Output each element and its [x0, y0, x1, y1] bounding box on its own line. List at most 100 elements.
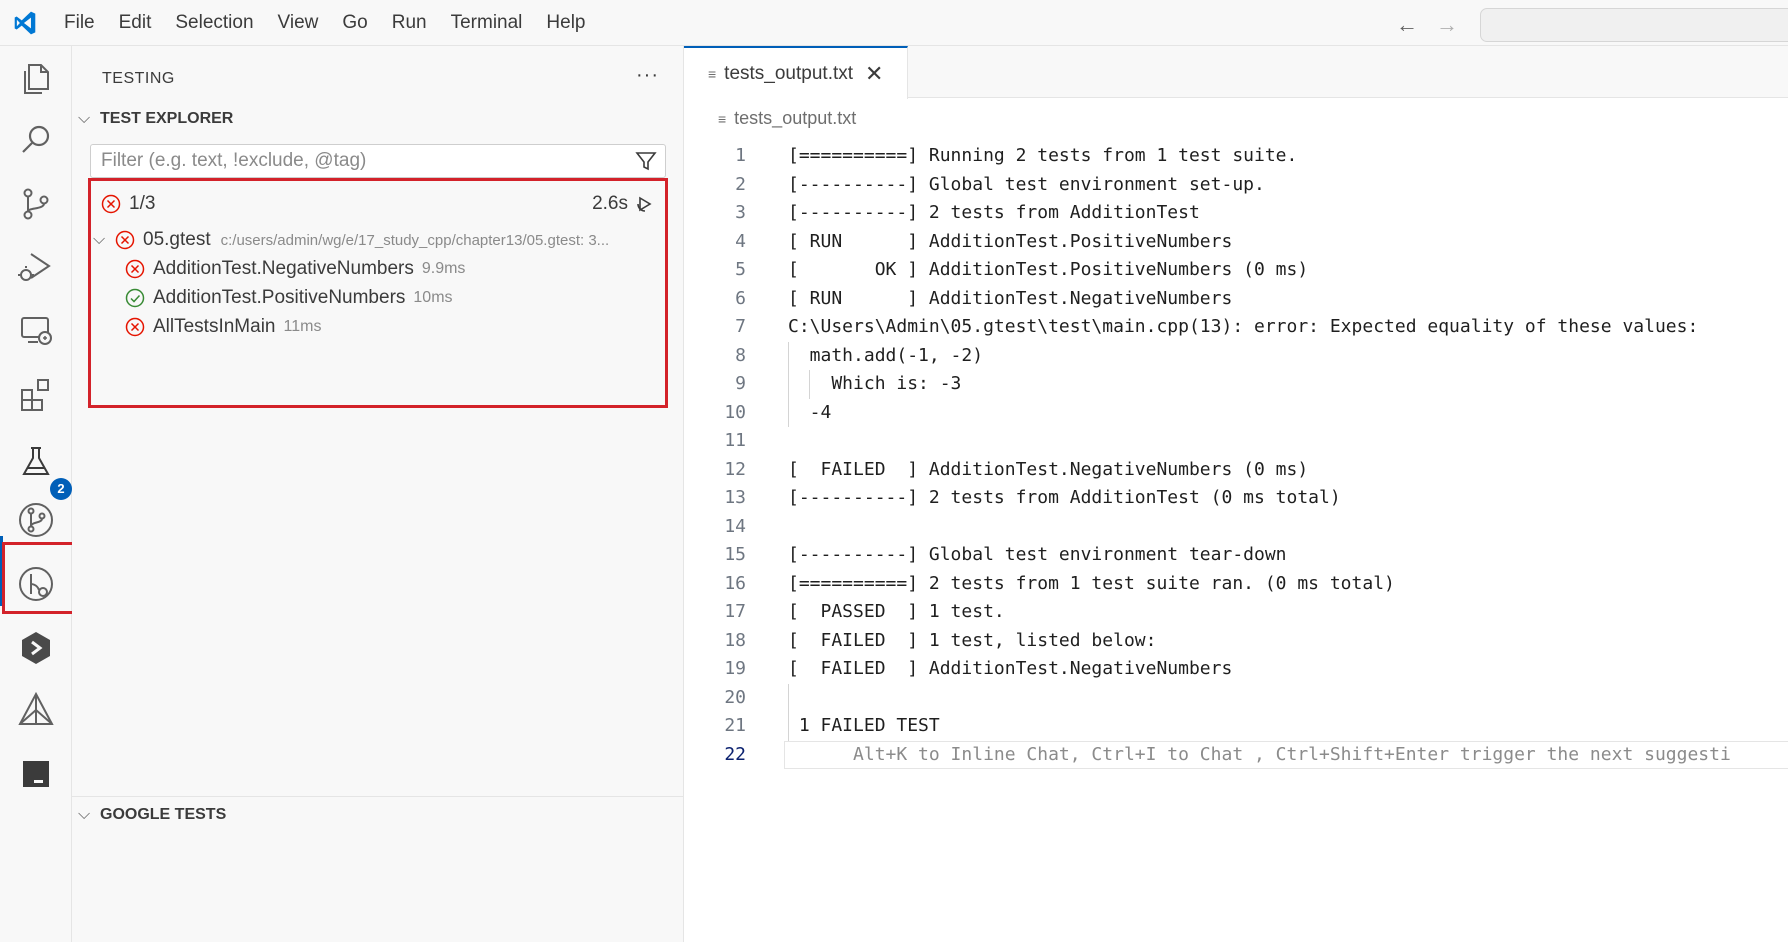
line-text: [ RUN ] AdditionTest.PositiveNumbers	[788, 230, 1233, 252]
line-number: 1	[735, 145, 746, 166]
code-line[interactable]: 2 [----------] Global test environment se…	[684, 171, 1788, 199]
line-number: 2	[735, 173, 746, 195]
code-line[interactable]: 21 1 FAILED TEST	[684, 712, 1788, 740]
line-number: 4	[735, 230, 746, 252]
line-text: -4	[788, 401, 832, 423]
code-line[interactable]: 15 [----------] Global test environment t…	[684, 541, 1788, 569]
editor-area: ≡ tests_output.txt ✕ ≡ tests_output.txt …	[684, 46, 1788, 942]
filter-icon[interactable]	[635, 150, 657, 172]
test-item[interactable]: AdditionTest.NegativeNumbers 9.9ms	[125, 254, 465, 284]
section-divider	[72, 796, 684, 797]
git-graph-icon[interactable]	[14, 498, 58, 542]
breadcrumb[interactable]: ≡ tests_output.txt	[718, 108, 856, 129]
code-line[interactable]: 4 [ RUN ] AdditionTest.PositiveNumbers	[684, 228, 1788, 256]
test-suite-row[interactable]: ⌵ 05.gtest c:/users/admin/wg/e/17_study_…	[93, 225, 609, 255]
line-number: 14	[724, 515, 746, 537]
line-number: 21	[724, 715, 746, 736]
close-icon[interactable]: ✕	[865, 61, 883, 87]
code-line[interactable]: 17 [ PASSED ] 1 test.	[684, 598, 1788, 626]
line-text: math.add(-1, -2)	[788, 344, 984, 366]
chevron-down-icon: ⌵	[78, 806, 91, 823]
test-item[interactable]: AdditionTest.PositiveNumbers 10ms	[125, 283, 453, 313]
test-explorer-heading: TEST EXPLORER	[100, 110, 234, 127]
extensions-icon[interactable]	[14, 372, 58, 416]
remote-explorer-icon[interactable]	[14, 308, 58, 352]
code-line[interactable]: 9 Which is: -3	[684, 370, 1788, 398]
line-number: 10	[724, 401, 746, 423]
code-line[interactable]: 10 -4	[684, 399, 1788, 427]
line-text: [ FAILED ] AdditionTest.NegativeNumbers	[788, 658, 1233, 679]
test-explorer-header[interactable]: ⌵ TEST EXPLORER	[78, 110, 233, 128]
back-arrow-icon[interactable]: ←	[1396, 12, 1418, 38]
line-text: [----------] 2 tests from AdditionTest	[788, 202, 1200, 223]
run-debug-icon[interactable]	[14, 244, 58, 288]
line-text: [==========] 2 tests from 1 test suite r…	[788, 572, 1395, 594]
code-line[interactable]: 3 [----------] 2 tests from AdditionTest	[684, 199, 1788, 227]
summary-duration-group: 2.6s	[592, 189, 656, 219]
error-icon	[115, 230, 135, 250]
testing-badge: 2	[50, 478, 72, 500]
menu-file[interactable]: File	[64, 12, 95, 34]
line-number: 11	[724, 430, 746, 451]
text-file-icon: ≡	[718, 110, 727, 127]
code-line[interactable]: 20	[684, 684, 1788, 712]
line-text: [ PASSED ] 1 test.	[788, 601, 1005, 622]
filter-input[interactable]	[91, 145, 621, 177]
forward-arrow-icon[interactable]: →	[1436, 12, 1458, 38]
test-filter	[90, 144, 666, 178]
more-actions-icon[interactable]: ···	[636, 64, 659, 87]
menu-terminal[interactable]: Terminal	[451, 12, 523, 34]
line-number: 9	[735, 373, 746, 394]
line-number: 20	[724, 686, 746, 708]
code-line[interactable]: 11	[684, 427, 1788, 455]
pieces-icon[interactable]	[14, 626, 58, 670]
code-line[interactable]: 19 [ FAILED ] AdditionTest.NegativeNumber…	[684, 655, 1788, 683]
command-center-search[interactable]	[1480, 8, 1788, 42]
menu-view[interactable]: View	[278, 12, 319, 34]
code-line[interactable]: 7 C:\Users\Admin\05.gtest\test\main.cpp(1…	[684, 313, 1788, 341]
code-line[interactable]: 14	[684, 513, 1788, 541]
chevron-down-icon: ⌵	[78, 110, 91, 127]
line-number: 3	[735, 202, 746, 223]
search-icon[interactable]	[14, 118, 58, 162]
testing-icon[interactable]: 2	[14, 440, 72, 500]
menu-edit[interactable]: Edit	[119, 12, 152, 34]
menu-selection[interactable]: Selection	[175, 12, 253, 34]
menu-run[interactable]: Run	[392, 12, 427, 34]
menu-go[interactable]: Go	[342, 12, 367, 34]
code-line[interactable]: 5 [ OK ] AdditionTest.PositiveNumbers (0 …	[684, 256, 1788, 284]
code-line[interactable]: 8 math.add(-1, -2)	[684, 342, 1788, 370]
sidebar-title: TESTING	[102, 70, 175, 87]
timeline-icon[interactable]	[14, 562, 58, 606]
line-number: 19	[724, 658, 746, 679]
tab-tests-output[interactable]: ≡ tests_output.txt ✕	[684, 46, 908, 99]
menu-help[interactable]: Help	[546, 12, 585, 34]
line-number: 17	[724, 601, 746, 622]
google-tests-header[interactable]: ⌵ GOOGLE TESTS	[78, 806, 226, 824]
code-line[interactable]: 18 [ FAILED ] 1 test, listed below:	[684, 627, 1788, 655]
code-line[interactable]: 1 [==========] Running 2 tests from 1 tes…	[684, 142, 1788, 170]
code-line[interactable]: 13 [----------] 2 tests from AdditionTest…	[684, 484, 1788, 512]
error-icon	[101, 194, 121, 214]
test-results-highlight-box: 1/3 2.6s ⌵ 05.gtest c:/users/admin/wg/e/…	[88, 178, 668, 408]
rerun-icon[interactable]	[634, 193, 656, 215]
test-item[interactable]: AllTestsInMain 11ms	[125, 312, 321, 342]
source-control-icon[interactable]	[14, 182, 58, 226]
editor-tabs: ≡ tests_output.txt ✕	[684, 46, 1788, 99]
cmake-icon[interactable]	[14, 688, 58, 732]
vscode-logo-icon[interactable]	[12, 10, 38, 36]
line-text: Which is: -3	[788, 373, 962, 394]
code-line[interactable]: 16 [==========] 2 tests from 1 test suite…	[684, 570, 1788, 598]
test-name: AdditionTest.NegativeNumbers	[153, 258, 414, 279]
explorer-icon[interactable]	[14, 56, 58, 100]
panel-icon[interactable]	[14, 752, 58, 796]
code-line[interactable]: 6 [ RUN ] AdditionTest.NegativeNumbers	[684, 285, 1788, 313]
testing-sidebar: TESTING ··· ⌵ TEST EXPLORER 1/3 2.6s ⌵ 05…	[72, 46, 684, 942]
suite-path: c:/users/admin/wg/e/17_study_cpp/chapter…	[220, 231, 610, 249]
code-line[interactable]: 12 [ FAILED ] AdditionTest.NegativeNumber…	[684, 456, 1788, 484]
summary-duration: 2.6s	[592, 193, 628, 214]
line-number: 8	[735, 344, 746, 366]
text-file-icon: ≡	[708, 65, 717, 82]
line-text: [ FAILED ] AdditionTest.NegativeNumbers …	[788, 458, 1309, 480]
title-bar: File Edit Selection View Go Run Terminal…	[0, 0, 1788, 46]
